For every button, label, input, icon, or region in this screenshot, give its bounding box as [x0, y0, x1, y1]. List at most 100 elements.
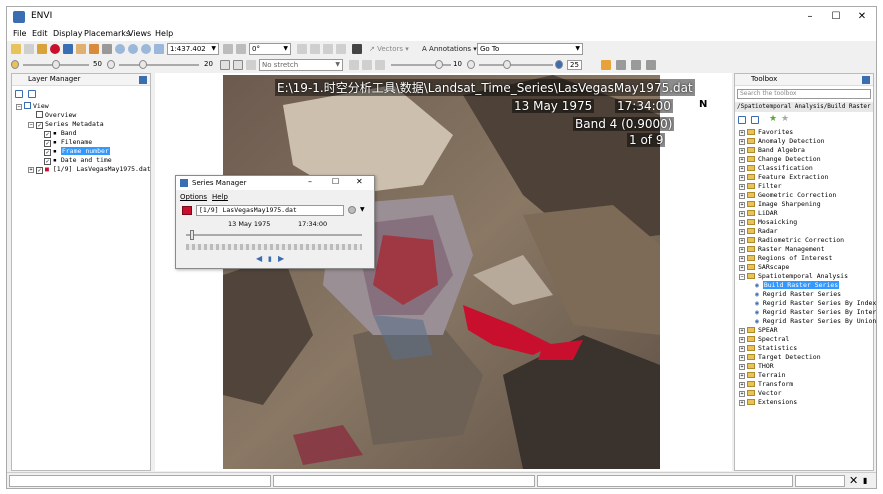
- goto-combo[interactable]: Go To ▼: [477, 43, 583, 55]
- expand-icon[interactable]: +: [739, 175, 745, 181]
- toolbox-item[interactable]: + Feature Extraction: [739, 173, 828, 182]
- expand-icon[interactable]: +: [739, 211, 745, 217]
- expand-icon[interactable]: +: [739, 382, 745, 388]
- checkbox[interactable]: ✓: [36, 122, 43, 129]
- tree-item-raster-layer[interactable]: + ✓ ■ [1/9] LasVegasMay1975.dat: [28, 165, 151, 174]
- contrast-slider-handle[interactable]: [139, 60, 147, 69]
- brightness-slider-handle[interactable]: [52, 60, 60, 69]
- toolbox-item[interactable]: + Transform: [739, 380, 793, 389]
- dialog-minimize-button[interactable]: –: [308, 177, 312, 186]
- refresh-stretch-icon[interactable]: [233, 60, 243, 70]
- toolbox-item[interactable]: + Terrain: [739, 371, 785, 380]
- toolbox-item[interactable]: + SPEAR: [739, 326, 778, 335]
- expand-icon[interactable]: +: [739, 157, 745, 163]
- checkbox[interactable]: ✓: [44, 158, 51, 165]
- fly-icon[interactable]: [89, 44, 99, 54]
- open-icon[interactable]: [11, 44, 21, 54]
- collapse-all-icon[interactable]: [738, 116, 746, 124]
- remove-favorite-icon[interactable]: ★: [781, 114, 789, 124]
- expand-all-icon[interactable]: [751, 116, 759, 124]
- toolbox-item[interactable]: + SARscape: [739, 263, 789, 272]
- zoom-out-icon[interactable]: [141, 44, 151, 54]
- toolbox-item[interactable]: + Classification: [739, 164, 813, 173]
- sharpen-icon[interactable]: [349, 60, 359, 70]
- pin-icon[interactable]: [50, 44, 60, 54]
- menu-edit[interactable]: Edit: [32, 29, 48, 38]
- menu-help[interactable]: Help: [155, 29, 173, 38]
- fit-extent-icon[interactable]: [154, 44, 164, 54]
- toolbox-item[interactable]: + Change Detection: [739, 155, 821, 164]
- expand-icon[interactable]: +: [739, 202, 745, 208]
- toolbox-item[interactable]: + Filter: [739, 182, 781, 191]
- expand-icon[interactable]: +: [739, 166, 745, 172]
- tree-item-view[interactable]: − View: [16, 102, 49, 111]
- cursor-value-icon[interactable]: [310, 44, 320, 54]
- menu-placemarks[interactable]: Placemarks: [84, 29, 130, 38]
- expand-icon[interactable]: +: [739, 373, 745, 379]
- expand-icon[interactable]: +: [739, 193, 745, 199]
- collapse-icon[interactable]: −: [739, 274, 745, 280]
- toolbox-item[interactable]: + Raster Management: [739, 245, 825, 254]
- add-favorite-icon[interactable]: ★: [769, 114, 777, 124]
- close-button[interactable]: ✕: [845, 7, 876, 27]
- expand-icon[interactable]: +: [739, 364, 745, 370]
- toolbox-item[interactable]: ◉ Regrid Raster Series By Inters: [755, 308, 876, 317]
- collapse-icon[interactable]: −: [28, 122, 34, 128]
- select-cursor-icon[interactable]: [63, 44, 73, 54]
- series-options-icon[interactable]: [348, 206, 356, 214]
- checkbox[interactable]: [36, 111, 43, 118]
- step-forward-icon[interactable]: ▶: [278, 254, 284, 263]
- crosshair-icon[interactable]: [297, 44, 307, 54]
- vectors-button[interactable]: ↗ Vectors ▾: [369, 45, 409, 53]
- menu-file[interactable]: File: [13, 29, 26, 38]
- expand-icon[interactable]: +: [739, 184, 745, 190]
- toolbox-item[interactable]: ◉ Regrid Raster Series: [755, 290, 841, 299]
- toolbox-item[interactable]: + Image Sharpening: [739, 200, 821, 209]
- step-back-icon[interactable]: ◀: [256, 254, 262, 263]
- transparency-slider[interactable]: [479, 64, 553, 66]
- tree-item-date-time[interactable]: ✓ ▪ Date and time: [44, 156, 112, 165]
- menu-display[interactable]: Display: [53, 29, 83, 38]
- expand-icon[interactable]: +: [739, 337, 745, 343]
- rotation-combo[interactable]: 0° ▼: [249, 43, 291, 55]
- opacity-value[interactable]: 25: [567, 60, 582, 70]
- toolbox-item[interactable]: + Regions of Interest: [739, 254, 832, 263]
- rotate-left-icon[interactable]: [223, 44, 233, 54]
- toolbox-item[interactable]: + Band Algebra: [739, 146, 805, 155]
- series-menu-help[interactable]: Help: [212, 193, 228, 201]
- contrast-slider[interactable]: [119, 64, 199, 66]
- expand-icon[interactable]: +: [739, 400, 745, 406]
- toolbox-item[interactable]: + Radar: [739, 227, 778, 236]
- toolbox-item[interactable]: + Anomaly Detection: [739, 137, 825, 146]
- toolbox-item[interactable]: + Statistics: [739, 344, 797, 353]
- portal-icon[interactable]: [616, 60, 626, 70]
- expand-icon[interactable]: +: [739, 247, 745, 253]
- rotate-icon[interactable]: [102, 44, 112, 54]
- scale-combo[interactable]: 1:437.402 ▼: [167, 43, 219, 55]
- toolbox-item[interactable]: ◉ Regrid Raster Series By Union: [755, 317, 876, 326]
- pan-hand-icon[interactable]: [76, 44, 86, 54]
- tree-item-frame-number[interactable]: ✓ ▪ Frame number: [44, 147, 110, 156]
- expand-icon[interactable]: +: [739, 238, 745, 244]
- toolbox-item[interactable]: + Geometric Correction: [739, 191, 836, 200]
- annotations-button[interactable]: A Annotations ▾: [422, 45, 477, 53]
- expand-all-icon[interactable]: [28, 90, 36, 98]
- zoom-in-icon[interactable]: [128, 44, 138, 54]
- expand-icon[interactable]: +: [739, 391, 745, 397]
- checkbox[interactable]: ✓: [44, 131, 51, 138]
- spectral-icon[interactable]: [631, 60, 641, 70]
- pause-icon[interactable]: ▮: [268, 255, 272, 263]
- expand-icon[interactable]: +: [739, 328, 745, 334]
- transparency-toggle-icon[interactable]: [362, 60, 372, 70]
- collapse-icon[interactable]: −: [16, 104, 22, 110]
- expand-icon[interactable]: +: [739, 229, 745, 235]
- pin-panel-icon[interactable]: [862, 76, 870, 84]
- expand-icon[interactable]: +: [739, 139, 745, 145]
- series-menu-options[interactable]: Options: [180, 193, 207, 201]
- toolbox-item[interactable]: ◉ Build Raster Series: [755, 281, 840, 290]
- swipe-icon[interactable]: [336, 44, 346, 54]
- toolbox-item[interactable]: + Spectral: [739, 335, 789, 344]
- transparency-slider-handle[interactable]: [503, 60, 511, 69]
- toolbox-item[interactable]: ◉ Regrid Raster Series By Index: [755, 299, 876, 308]
- toolbox-item[interactable]: + Mosaicking: [739, 218, 797, 227]
